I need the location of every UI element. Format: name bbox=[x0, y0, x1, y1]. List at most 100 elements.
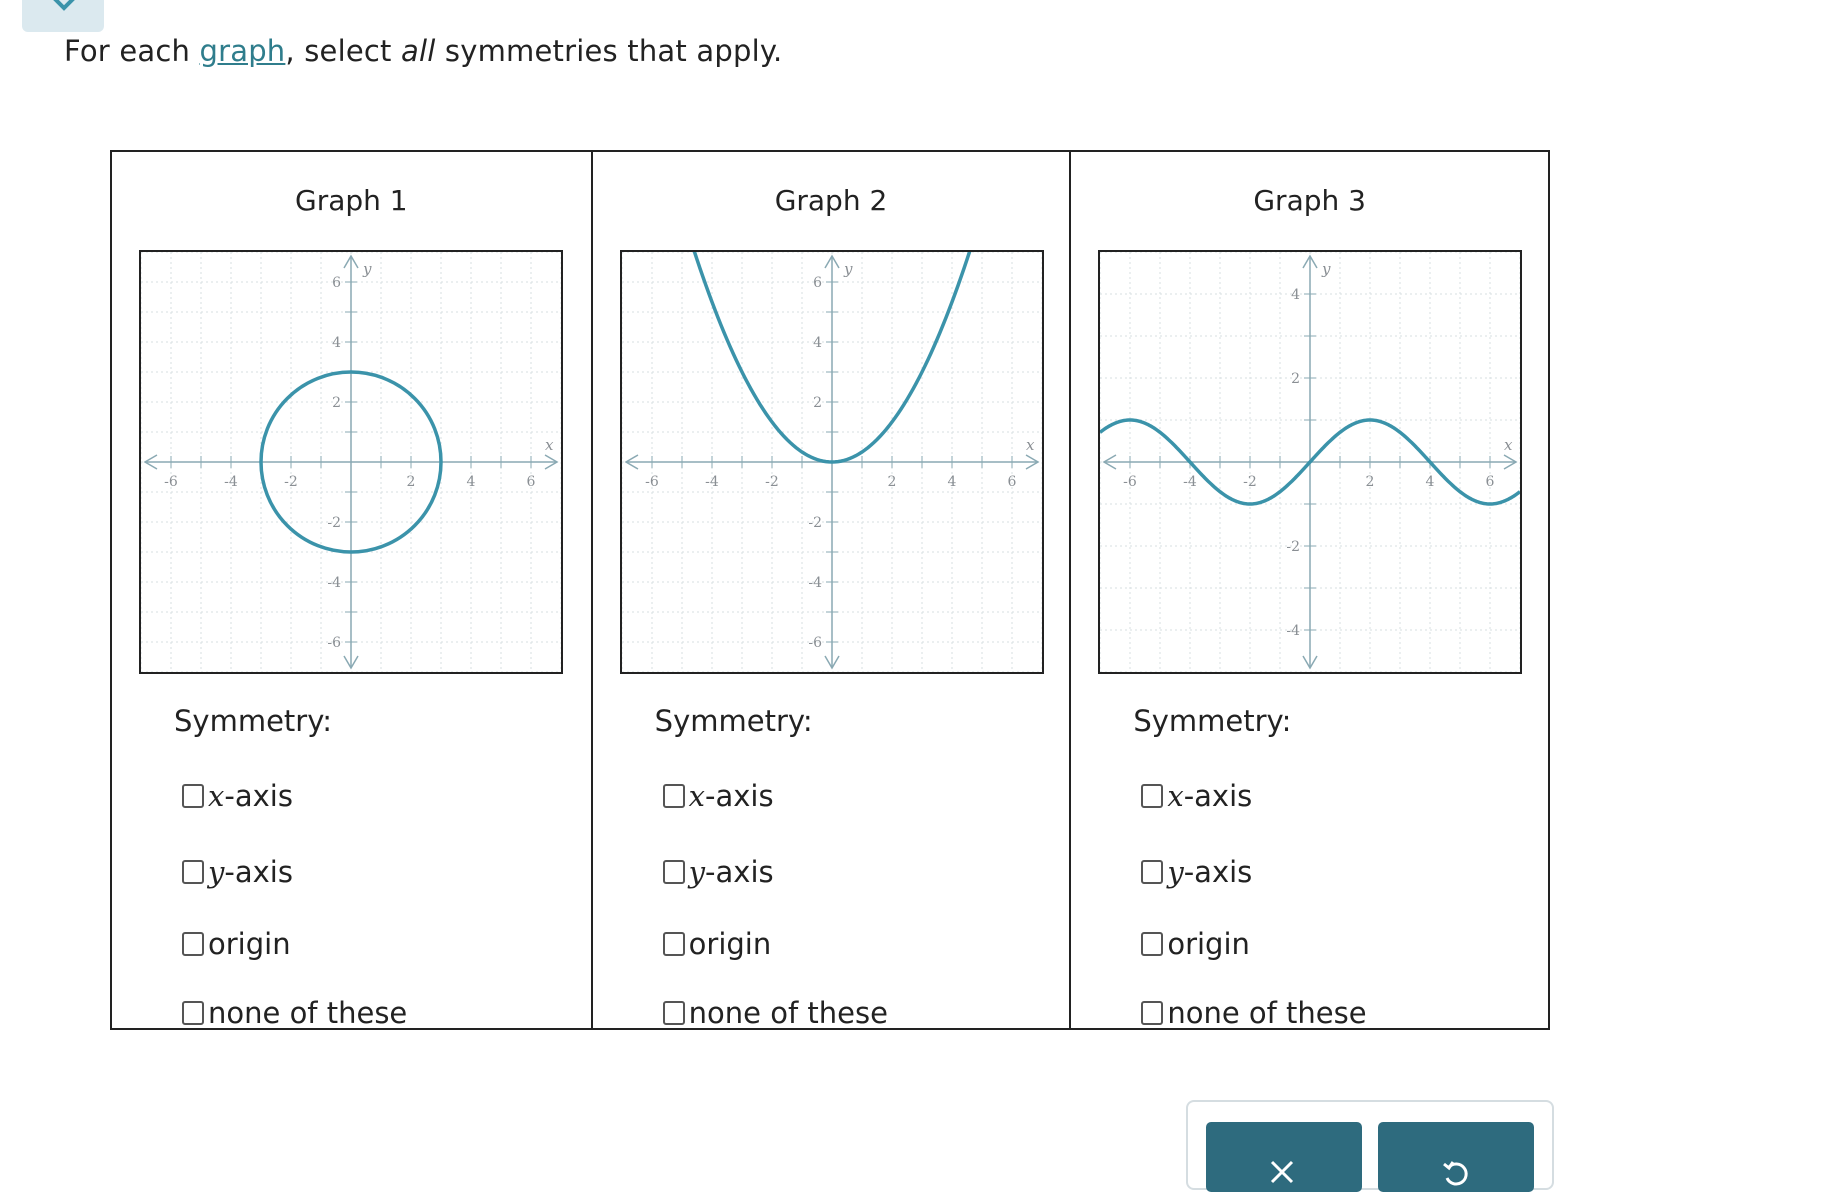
y-tick-label: -2 bbox=[327, 515, 341, 531]
origin-option[interactable]: origin bbox=[662, 927, 772, 961]
checkbox[interactable] bbox=[1141, 932, 1164, 956]
clear-button[interactable] bbox=[1206, 1122, 1362, 1192]
y-tick-label: -4 bbox=[327, 575, 341, 591]
option-label: -axis bbox=[705, 855, 774, 889]
option-label: -axis bbox=[705, 779, 774, 813]
coordinate-plane: -6 -4 -2 2 4 6 6 4 2 -2 -4 -6 x y bbox=[139, 250, 563, 674]
graph-panel-1: Graph 1 -6 -4 -2 2 4 6 6 4 2 -2 -4 -6 x y Symmetry: x -ax… bbox=[112, 152, 591, 1030]
axis-variable: x bbox=[1167, 779, 1184, 813]
option-label: origin bbox=[208, 927, 291, 961]
option-label: none of these bbox=[1167, 996, 1367, 1030]
x-axis-label: x bbox=[1504, 436, 1513, 454]
symmetry-label: Symmetry: bbox=[174, 704, 333, 738]
undo-icon bbox=[1443, 1161, 1468, 1186]
chevron-down-icon bbox=[53, 0, 75, 11]
origin-option[interactable]: origin bbox=[1141, 927, 1250, 961]
x-tick-label: -6 bbox=[645, 474, 659, 490]
y-tick-label: 6 bbox=[332, 275, 341, 291]
y-tick-label: 4 bbox=[813, 335, 822, 351]
x-tick-label: -2 bbox=[284, 474, 298, 490]
none-of-these-option[interactable]: none of these bbox=[1141, 996, 1367, 1030]
checkbox[interactable] bbox=[1141, 1001, 1164, 1025]
coordinate-plane: -6 -4 -2 2 4 6 4 2 -2 -4 x y bbox=[1098, 250, 1523, 674]
option-label: -axis bbox=[1183, 779, 1253, 813]
y-tick-label: 6 bbox=[813, 275, 822, 291]
undo-button[interactable] bbox=[1378, 1122, 1534, 1192]
checkbox[interactable] bbox=[1141, 860, 1164, 884]
y-tick-label: 2 bbox=[813, 395, 822, 411]
checkbox[interactable] bbox=[182, 932, 204, 956]
y-tick-label: 4 bbox=[332, 335, 341, 351]
checkbox[interactable] bbox=[662, 1001, 685, 1025]
axis-variable: x bbox=[688, 779, 706, 813]
x-axis-option[interactable]: x -axis bbox=[662, 779, 774, 813]
axis-variable: x bbox=[208, 779, 225, 813]
y-axis-option[interactable]: y -axis bbox=[662, 855, 774, 889]
x-axis-label: x bbox=[545, 436, 554, 454]
graph-svg: -6 -4 -2 2 4 6 6 4 2 -2 -4 -6 x y bbox=[621, 252, 1042, 672]
none-of-these-option[interactable]: none of these bbox=[662, 996, 888, 1030]
x-tick-label: 6 bbox=[1486, 474, 1495, 490]
checkbox[interactable] bbox=[662, 784, 685, 808]
coordinate-plane: -6 -4 -2 2 4 6 6 4 2 -2 -4 -6 x y bbox=[619, 250, 1044, 674]
y-tick-label: 2 bbox=[332, 395, 341, 411]
x-axis-option[interactable]: x -axis bbox=[182, 779, 293, 813]
option-label: -axis bbox=[224, 855, 293, 889]
axis-variable: y bbox=[688, 855, 706, 889]
checkbox[interactable] bbox=[662, 860, 685, 884]
symmetry-label: Symmetry: bbox=[654, 704, 813, 738]
option-label: -axis bbox=[1183, 855, 1253, 889]
x-tick-label: -2 bbox=[1244, 474, 1258, 490]
graph-panel-3: Graph 3 -6 -4 -2 2 4 6 4 2 -2 -4 x y Symmetry: x -axis y… bbox=[1069, 152, 1548, 1030]
checkbox[interactable] bbox=[182, 860, 204, 884]
y-axis-option[interactable]: y -axis bbox=[1141, 855, 1252, 889]
y-tick-label: 4 bbox=[1291, 287, 1300, 303]
checkbox[interactable] bbox=[662, 932, 685, 956]
x-tick-label: -6 bbox=[1124, 474, 1138, 490]
checkbox[interactable] bbox=[182, 784, 204, 808]
x-tick-label: 2 bbox=[887, 474, 896, 490]
close-icon bbox=[1270, 1160, 1294, 1184]
y-tick-label: -6 bbox=[327, 635, 341, 651]
option-label: none of these bbox=[688, 996, 888, 1030]
x-tick-label: 2 bbox=[1366, 474, 1375, 490]
x-axis-label: x bbox=[1026, 436, 1035, 454]
x-tick-label: 6 bbox=[1007, 474, 1016, 490]
y-tick-label: -4 bbox=[1287, 623, 1301, 639]
y-tick-label: 2 bbox=[1291, 371, 1300, 387]
graph-glossary-link[interactable]: graph bbox=[200, 34, 286, 68]
origin-option[interactable]: origin bbox=[182, 927, 291, 961]
x-tick-label: -6 bbox=[164, 474, 178, 490]
graph-title: Graph 2 bbox=[774, 184, 888, 217]
x-tick-label: -4 bbox=[1184, 474, 1198, 490]
collapse-toggle[interactable] bbox=[22, 0, 104, 32]
x-tick-label: 4 bbox=[1426, 474, 1435, 490]
none-of-these-option[interactable]: none of these bbox=[182, 996, 407, 1030]
option-label: origin bbox=[1167, 927, 1250, 961]
symmetry-label: Symmetry: bbox=[1133, 704, 1292, 738]
x-tick-label: -4 bbox=[224, 474, 238, 490]
y-tick-label: -4 bbox=[808, 575, 822, 591]
y-axis-label: y bbox=[843, 260, 853, 278]
y-tick-label: -2 bbox=[1287, 539, 1301, 555]
graph-title: Graph 3 bbox=[1253, 184, 1366, 217]
y-axis-label: y bbox=[362, 260, 372, 278]
action-bar bbox=[1186, 1100, 1554, 1192]
x-tick-label: 4 bbox=[467, 474, 476, 490]
axis-variable: y bbox=[1167, 855, 1184, 889]
y-tick-label: -2 bbox=[808, 515, 822, 531]
option-label: origin bbox=[688, 927, 772, 961]
axis-variable: y bbox=[208, 855, 225, 889]
checkbox[interactable] bbox=[182, 1001, 204, 1025]
option-label: -axis bbox=[224, 779, 293, 813]
graph-svg: -6 -4 -2 2 4 6 6 4 2 -2 -4 -6 x y bbox=[141, 252, 561, 672]
checkbox[interactable] bbox=[1141, 784, 1164, 808]
x-tick-label: 4 bbox=[947, 474, 956, 490]
graph-panel-2: Graph 2 -6 -4 -2 2 4 6 6 4 2 -2 -4 -6 x y Symmetry: x -ax… bbox=[590, 152, 1070, 1030]
y-axis-option[interactable]: y -axis bbox=[182, 855, 293, 889]
x-tick-label: -4 bbox=[705, 474, 719, 490]
option-label: none of these bbox=[208, 996, 408, 1030]
y-tick-label: -6 bbox=[808, 635, 822, 651]
x-axis-option[interactable]: x -axis bbox=[1141, 779, 1252, 813]
x-tick-label: 6 bbox=[527, 474, 536, 490]
